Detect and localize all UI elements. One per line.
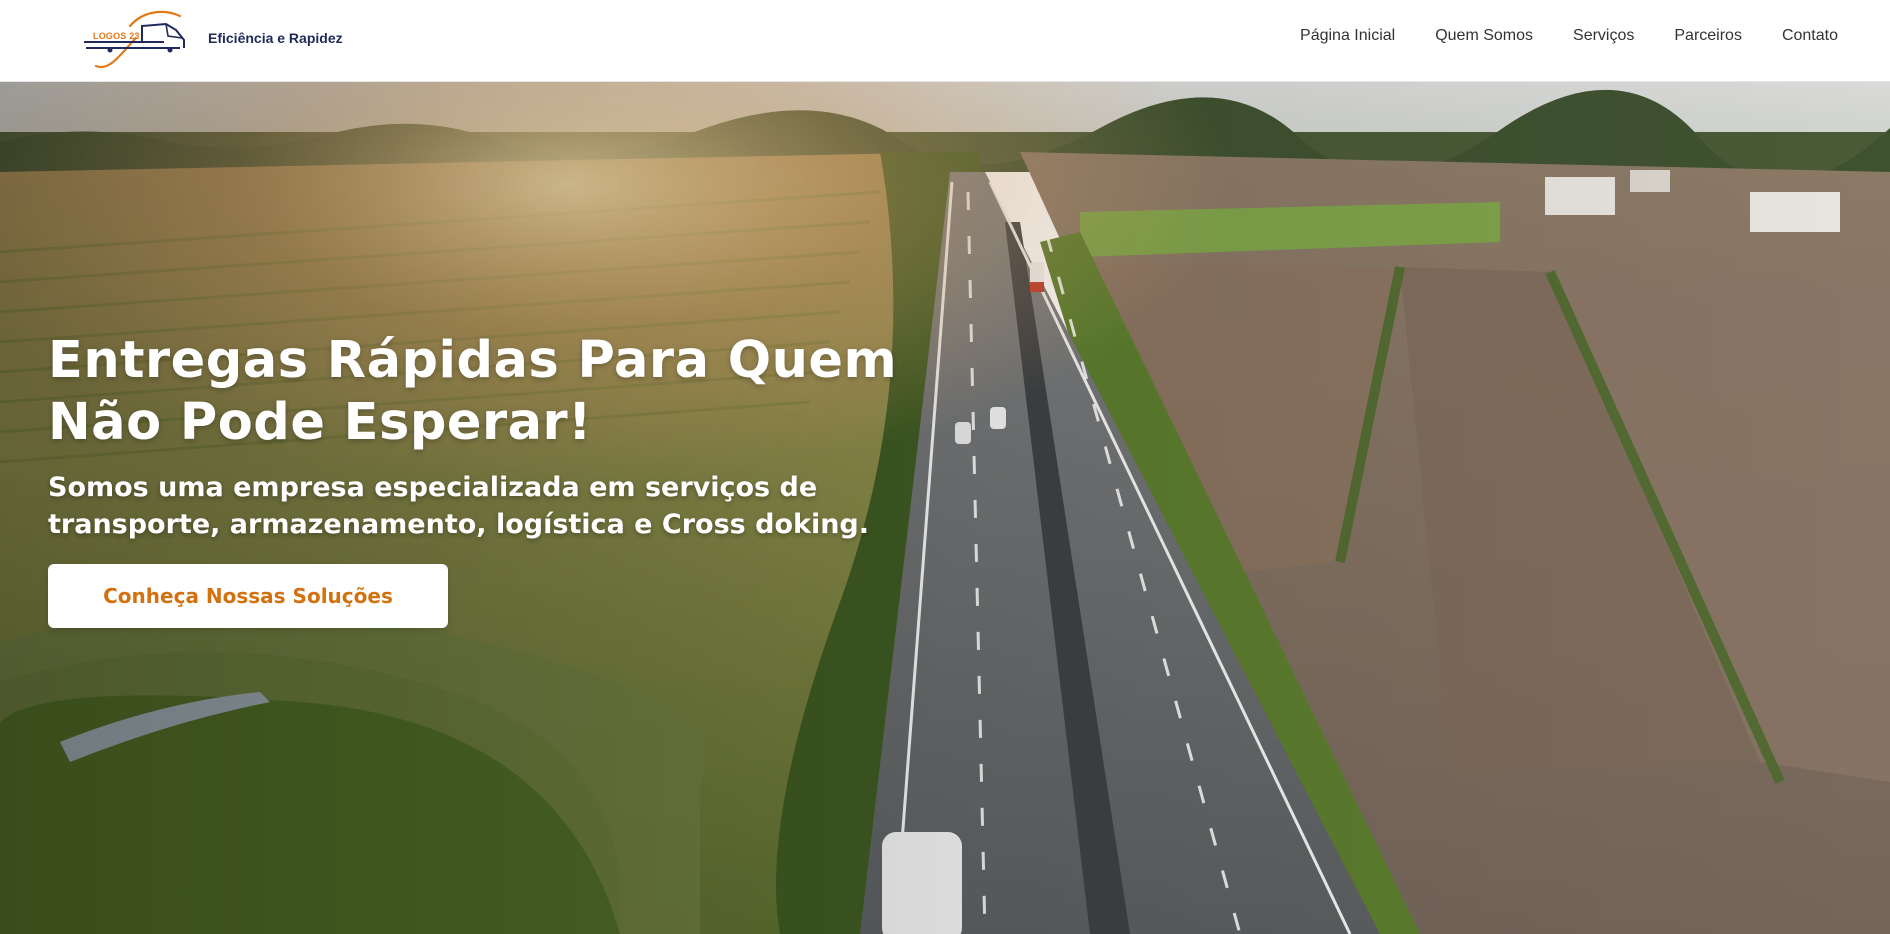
nav-link-partners[interactable]: Parceiros <box>1674 27 1742 45</box>
nav-link-services[interactable]: Serviços <box>1573 27 1634 45</box>
hero-title-line-2: Não Pode Esperar! <box>48 393 592 452</box>
hero-section: Entregas Rápidas Para Quem Não Pode Espe… <box>0 82 1890 934</box>
hero-title: Entregas Rápidas Para Quem Não Pode Espe… <box>48 330 948 454</box>
cta-solutions-label: Conheça Nossas Soluções <box>103 584 393 608</box>
hero-title-line-1: Entregas Rápidas Para Quem <box>48 331 898 390</box>
nav-link-home[interactable]: Página Inicial <box>1300 27 1395 45</box>
site-header: LOGOS 23 Eficiência e Rapidez Página Ini… <box>0 0 1890 82</box>
cta-solutions-button[interactable]: Conheça Nossas Soluções <box>48 564 448 628</box>
logo-text: LOGOS 23 <box>93 31 140 41</box>
nav-link-about[interactable]: Quem Somos <box>1435 27 1533 45</box>
hero-subtitle-line-2: transporte, armazenamento, logística e C… <box>48 509 870 540</box>
hero-subtitle-line-1: Somos uma empresa especializada em servi… <box>48 472 818 503</box>
brand-logo[interactable]: LOGOS 23 <box>80 6 188 72</box>
nav-link-contact[interactable]: Contato <box>1782 27 1838 45</box>
main-nav: Página Inicial Quem Somos Serviços Parce… <box>1300 27 1838 45</box>
brand-tagline: Eficiência e Rapidez <box>208 30 343 46</box>
hero-subtitle: Somos uma empresa especializada em servi… <box>48 469 948 543</box>
